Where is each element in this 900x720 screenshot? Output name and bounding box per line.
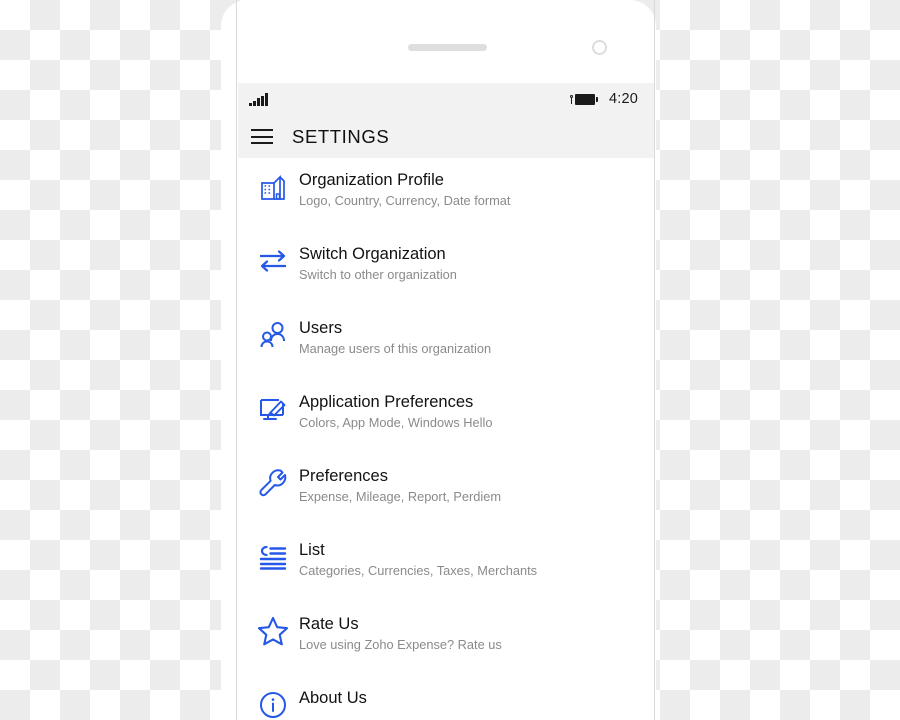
settings-item-title: Preferences	[299, 467, 388, 485]
switch-arrows-icon	[247, 232, 299, 282]
settings-item-subtitle: Colors, App Mode, Windows Hello	[299, 415, 493, 430]
settings-item-text: Rate Us Love using Zoho Expense? Rate us	[299, 602, 502, 652]
settings-item-title: Users	[299, 319, 343, 337]
phone-screen: 4:20 SETTINGS Organization Profile Logo,…	[238, 83, 654, 720]
settings-item-subtitle: Logo, Country, Currency, Date format	[299, 193, 511, 208]
star-icon	[247, 602, 299, 652]
settings-item-rate-us[interactable]: Rate Us Love using Zoho Expense? Rate us	[238, 602, 654, 676]
settings-item-text: List Categories, Currencies, Taxes, Merc…	[299, 528, 537, 578]
settings-item-text: Users Manage users of this organization	[299, 306, 491, 356]
phone-bezel-right	[654, 0, 655, 720]
settings-item-text: Switch Organization Switch to other orga…	[299, 232, 457, 282]
settings-item-title: About Us	[299, 689, 367, 707]
organization-building-icon	[247, 158, 299, 208]
settings-item-title: Switch Organization	[299, 245, 446, 263]
settings-item-list[interactable]: List Categories, Currencies, Taxes, Merc…	[238, 528, 654, 602]
settings-item-title: List	[299, 541, 325, 559]
page-title: SETTINGS	[292, 125, 390, 147]
settings-item-title: Application Preferences	[299, 393, 474, 411]
app-title-bar: SETTINGS	[238, 115, 654, 158]
settings-item-title: Rate Us	[299, 615, 359, 633]
monitor-brush-icon	[247, 380, 299, 430]
settings-item-preferences[interactable]: Preferences Expense, Mileage, Report, Pe…	[238, 454, 654, 528]
settings-item-application-preferences[interactable]: Application Preferences Colors, App Mode…	[238, 380, 654, 454]
settings-item-subtitle: Love using Zoho Expense? Rate us	[299, 637, 502, 652]
wrench-icon	[247, 454, 299, 504]
signal-bars-icon	[249, 93, 268, 106]
info-circle-icon	[247, 676, 299, 720]
settings-item-text: Preferences Expense, Mileage, Report, Pe…	[299, 454, 501, 504]
list-lines-icon	[247, 528, 299, 578]
settings-item-subtitle: Manage users of this organization	[299, 341, 492, 356]
settings-item-title: Organization Profile	[299, 171, 444, 189]
battery-icon	[569, 93, 598, 105]
settings-item-text: About Us	[299, 676, 367, 711]
phone-bezel-left	[236, 0, 237, 720]
settings-item-users[interactable]: Users Manage users of this organization	[238, 306, 654, 380]
users-icon	[247, 306, 299, 356]
settings-item-subtitle: Expense, Mileage, Report, Perdiem	[299, 489, 502, 504]
settings-item-text: Organization Profile Logo, Country, Curr…	[299, 158, 510, 208]
status-bar-clock: 4:20	[608, 91, 638, 107]
settings-item-switch-organization[interactable]: Switch Organization Switch to other orga…	[238, 232, 654, 306]
earpiece-speaker	[408, 44, 487, 51]
settings-item-subtitle: Categories, Currencies, Taxes, Merchants	[299, 563, 538, 578]
settings-list: Organization Profile Logo, Country, Curr…	[238, 158, 654, 720]
settings-item-about-us[interactable]: About Us	[238, 676, 654, 720]
hamburger-menu-icon[interactable]	[251, 129, 273, 144]
screenshot-canvas: 4:20 SETTINGS Organization Profile Logo,…	[0, 0, 900, 720]
settings-item-organization-profile[interactable]: Organization Profile Logo, Country, Curr…	[238, 158, 654, 232]
status-bar: 4:20	[238, 83, 654, 115]
settings-item-text: Application Preferences Colors, App Mode…	[299, 380, 492, 430]
front-camera	[592, 40, 607, 55]
settings-item-subtitle: Switch to other organization	[299, 267, 457, 282]
